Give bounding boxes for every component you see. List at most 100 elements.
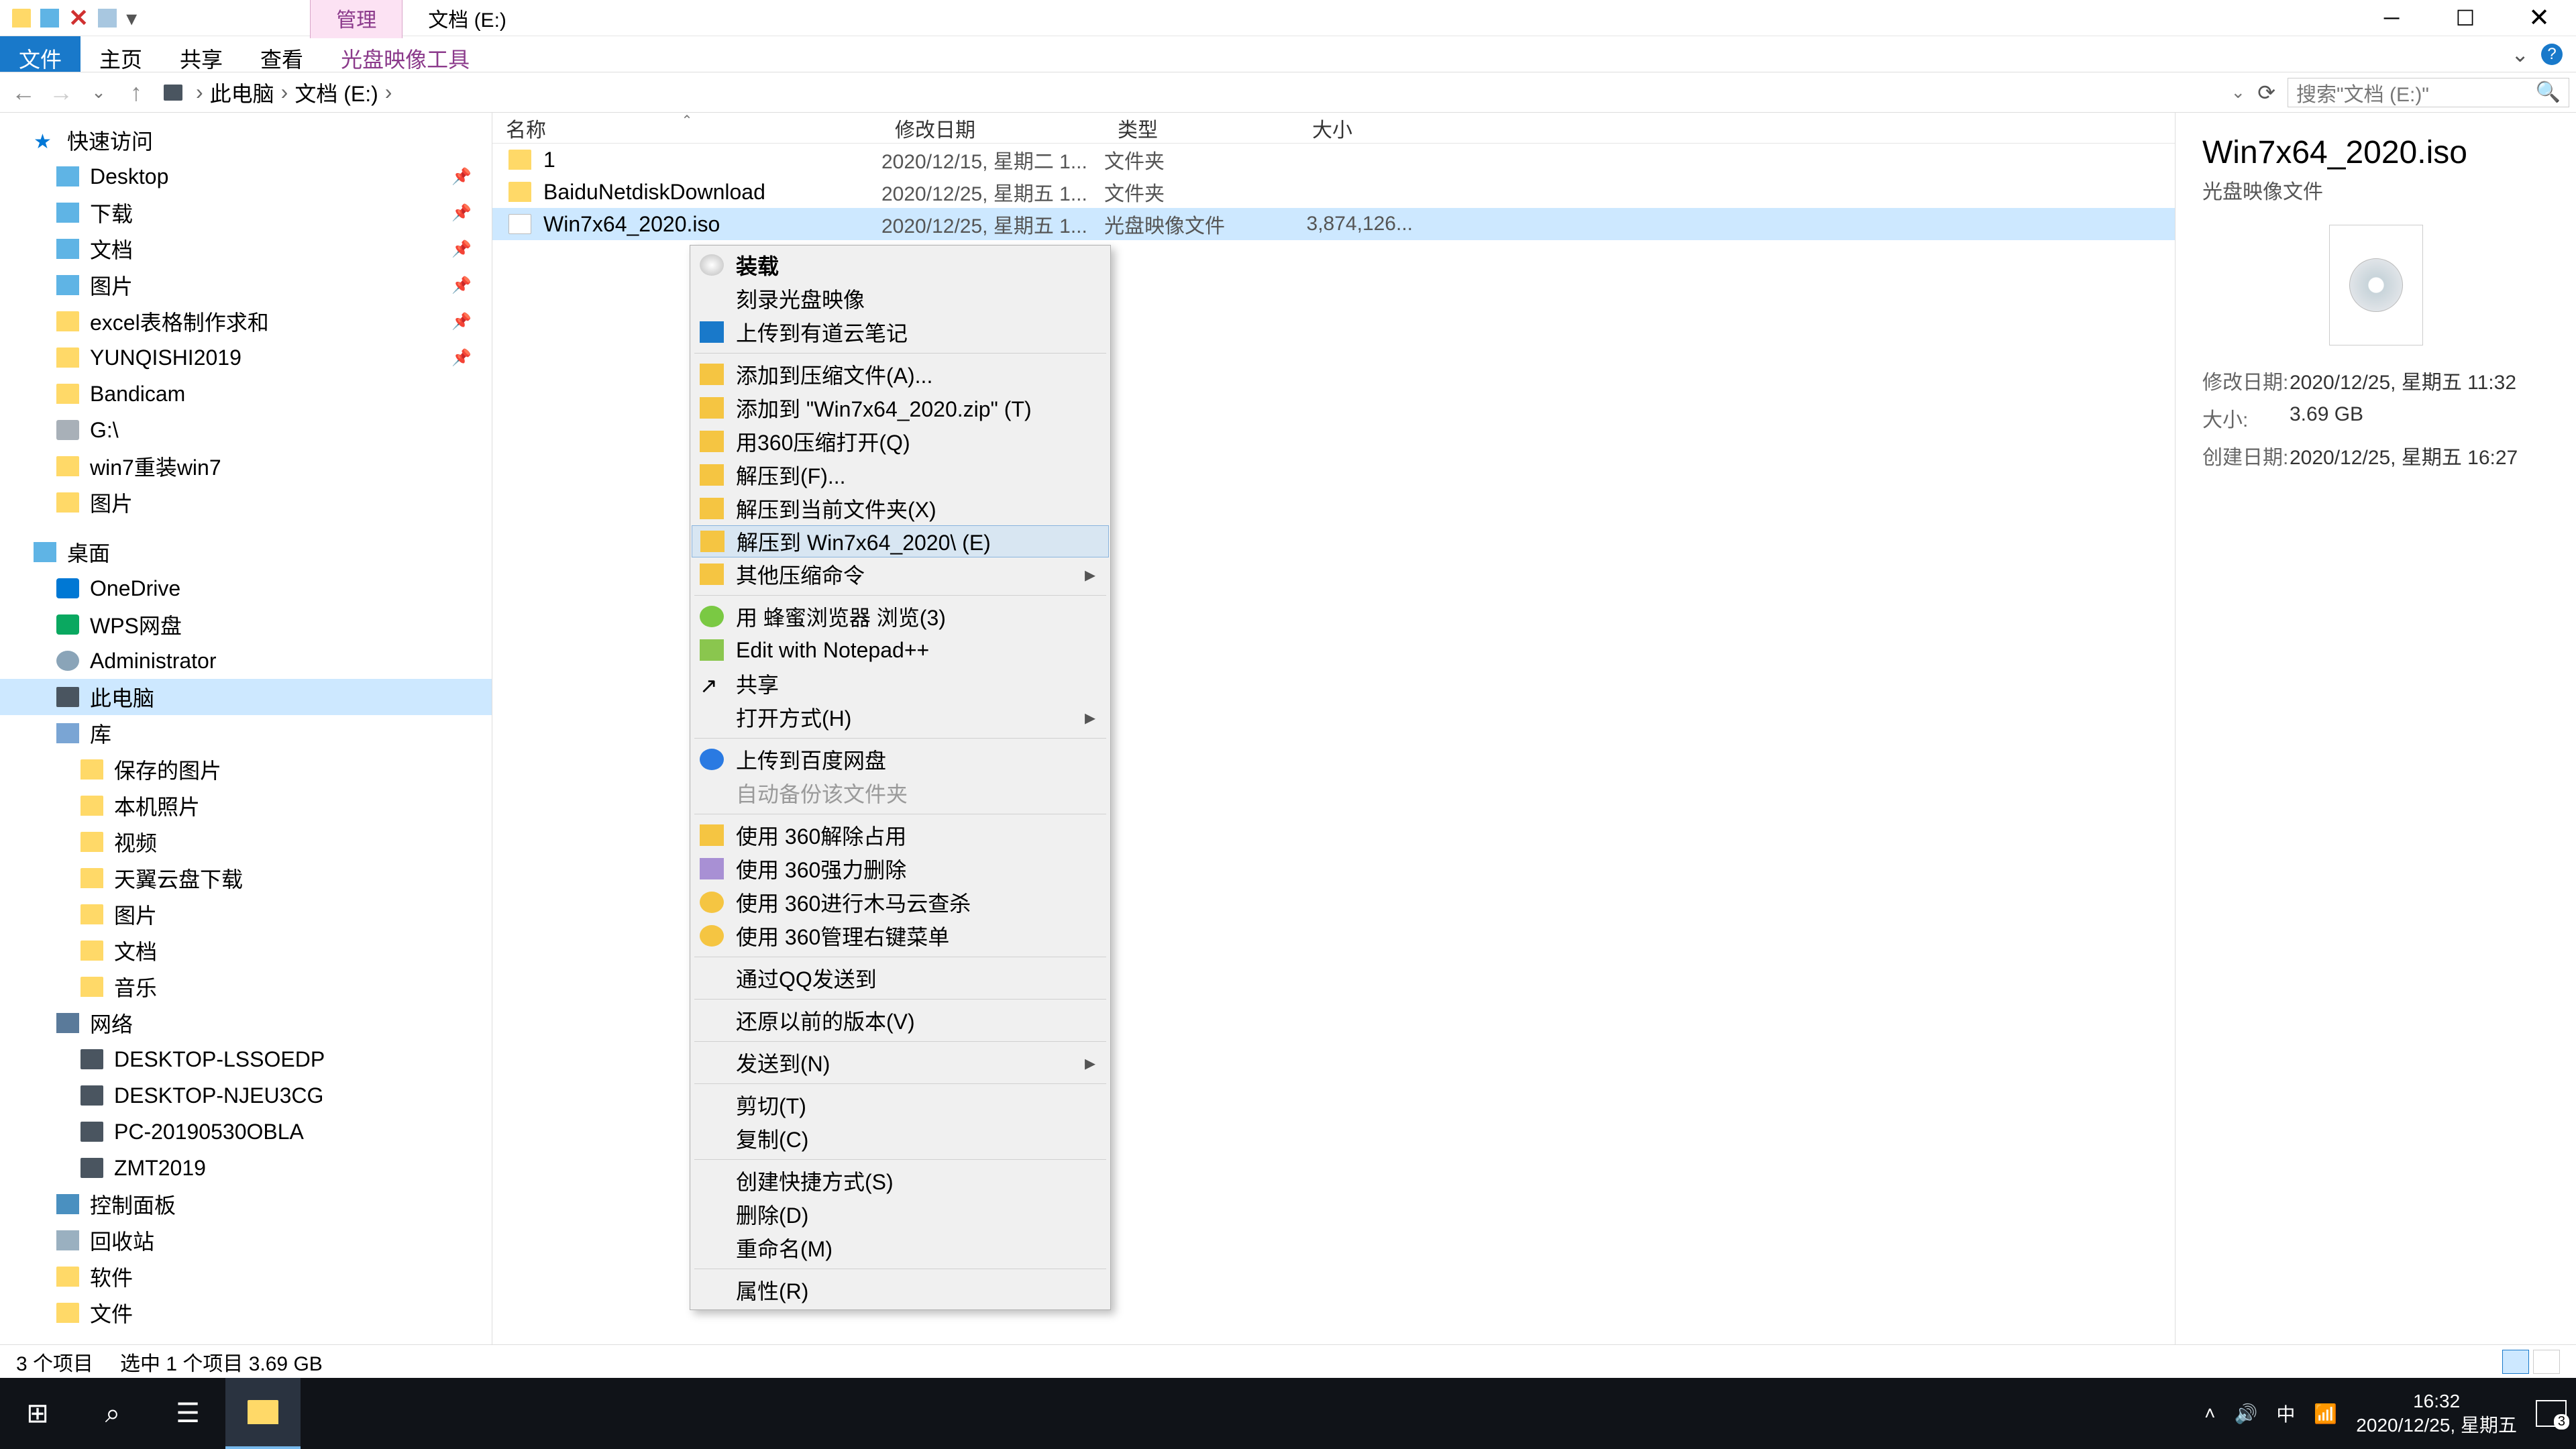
qat-open-icon[interactable] xyxy=(40,9,59,28)
ctx-burn[interactable]: 刻录光盘映像 xyxy=(692,282,1109,315)
ctx-extract-here[interactable]: 解压到当前文件夹(X) xyxy=(692,492,1109,525)
qat-dropdown-icon[interactable]: ▾ xyxy=(126,5,137,31)
sidebar-item-admin[interactable]: Administrator xyxy=(0,643,492,679)
col-date-header[interactable]: 修改日期 xyxy=(881,113,1104,143)
ctx-send-to[interactable]: 发送到(N)▸ xyxy=(692,1046,1109,1079)
nav-back-button[interactable]: ← xyxy=(7,78,40,107)
ctx-360-trojan[interactable]: 使用 360进行木马云查杀 xyxy=(692,885,1109,919)
ime-indicator[interactable]: 中 xyxy=(2276,1400,2295,1427)
sidebar-item-savedpics[interactable]: 保存的图片 xyxy=(0,751,492,788)
sidebar-item-this-pc[interactable]: 此电脑 xyxy=(0,679,492,715)
file-row[interactable]: 1 2020/12/15, 星期二 1... 文件夹 xyxy=(492,144,2175,176)
ctx-restore[interactable]: 还原以前的版本(V) xyxy=(692,1004,1109,1037)
taskbar-explorer-button[interactable] xyxy=(225,1378,301,1449)
action-center-button[interactable]: 3 xyxy=(2536,1400,2567,1427)
ribbon-share-tab[interactable]: 共享 xyxy=(161,36,241,72)
ctx-honeybrowser[interactable]: 用 蜂蜜浏览器 浏览(3) xyxy=(692,600,1109,633)
sidebar-item-bandicam[interactable]: Bandicam xyxy=(0,376,492,412)
nav-up-button[interactable]: ↑ xyxy=(119,78,153,107)
sidebar-item-net4[interactable]: ZMT2019 xyxy=(0,1150,492,1186)
sidebar-item-wps[interactable]: WPS网盘 xyxy=(0,606,492,643)
minimize-button[interactable]: ─ xyxy=(2355,1,2428,35)
network-icon[interactable]: 📶 xyxy=(2314,1403,2337,1425)
refresh-icon[interactable]: ⟳ xyxy=(2257,80,2275,105)
file-row-selected[interactable]: Win7x64_2020.iso 2020/12/25, 星期五 1... 光盘… xyxy=(492,208,2175,240)
sidebar-item-libpics[interactable]: 图片 xyxy=(0,896,492,932)
ctx-rename[interactable]: 重命名(M) xyxy=(692,1231,1109,1265)
sidebar-item-downloads[interactable]: 下载📌 xyxy=(0,195,492,231)
qat-properties-icon[interactable] xyxy=(98,9,117,28)
ctx-extract-named[interactable]: 解压到 Win7x64_2020\ (E) xyxy=(692,525,1109,557)
sidebar-item-recycle[interactable]: 回收站 xyxy=(0,1222,492,1258)
sidebar-item-libdocs[interactable]: 文档 xyxy=(0,932,492,969)
sidebar-quick-access[interactable]: ★快速访问 xyxy=(0,122,492,158)
taskbar-search-button[interactable]: ⌕ xyxy=(75,1378,150,1449)
sidebar-item-files[interactable]: 文件 xyxy=(0,1295,492,1331)
ctx-other-compress[interactable]: 其他压缩命令▸ xyxy=(692,557,1109,591)
sidebar-item-tianyi[interactable]: 天翼云盘下载 xyxy=(0,860,492,896)
sidebar-item-pictures2[interactable]: 图片 xyxy=(0,484,492,521)
sidebar-item-net3[interactable]: PC-20190530OBLA xyxy=(0,1114,492,1150)
breadcrumb[interactable]: › 此电脑 › 文档 (E:) › xyxy=(157,77,2226,108)
col-size-header[interactable]: 大小 xyxy=(1299,113,1419,143)
sidebar-item-pictures[interactable]: 图片📌 xyxy=(0,267,492,303)
col-type-header[interactable]: 类型 xyxy=(1104,113,1299,143)
ribbon-home-tab[interactable]: 主页 xyxy=(80,36,161,72)
ribbon-expand-icon[interactable]: ⌄ xyxy=(2511,42,2529,67)
ctx-share[interactable]: ↗共享 xyxy=(692,667,1109,700)
start-button[interactable]: ⊞ xyxy=(0,1378,75,1449)
file-row[interactable]: BaiduNetdiskDownload 2020/12/25, 星期五 1..… xyxy=(492,176,2175,208)
nav-history-dropdown[interactable]: ⌄ xyxy=(82,82,115,103)
ctx-360-menu[interactable]: 使用 360管理右键菜单 xyxy=(692,919,1109,953)
sidebar-item-libraries[interactable]: 库 xyxy=(0,715,492,751)
sidebar-item-net2[interactable]: DESKTOP-NJEU3CG xyxy=(0,1077,492,1114)
crumb-drive[interactable]: 文档 (E:) xyxy=(294,77,378,108)
ctx-qq-send[interactable]: 通过QQ发送到 xyxy=(692,961,1109,995)
sidebar-desktop-root[interactable]: 桌面 xyxy=(0,534,492,570)
task-view-button[interactable]: ☰ xyxy=(150,1378,225,1449)
sidebar-item-network[interactable]: 网络 xyxy=(0,1005,492,1041)
ctx-add-archive[interactable]: 添加到压缩文件(A)... xyxy=(692,358,1109,391)
ctx-mount[interactable]: 装载 xyxy=(692,248,1109,282)
ctx-notepadpp[interactable]: Edit with Notepad++ xyxy=(692,633,1109,667)
help-icon[interactable]: ? xyxy=(2541,44,2563,65)
ribbon-isotools-tab[interactable]: 光盘映像工具 xyxy=(322,36,488,72)
manage-tab-header[interactable]: 管理 xyxy=(310,0,402,38)
sidebar-item-win7reinstall[interactable]: win7重装win7 xyxy=(0,448,492,484)
view-icons-button[interactable] xyxy=(2533,1350,2560,1374)
crumb-this-pc[interactable]: 此电脑 xyxy=(210,77,274,108)
search-icon[interactable]: 🔍 xyxy=(2536,80,2561,104)
sidebar-item-desktop[interactable]: Desktop📌 xyxy=(0,158,492,195)
maximize-button[interactable]: ☐ xyxy=(2428,1,2502,35)
sidebar-item-video[interactable]: 视频 xyxy=(0,824,492,860)
ctx-360-unlock[interactable]: 使用 360解除占用 xyxy=(692,818,1109,852)
sidebar-item-yunqishi[interactable]: YUNQISHI2019📌 xyxy=(0,339,492,376)
view-details-button[interactable] xyxy=(2502,1350,2529,1374)
clock[interactable]: 16:32 2020/12/25, 星期五 xyxy=(2356,1389,2517,1438)
ctx-create-shortcut[interactable]: 创建快捷方式(S) xyxy=(692,1164,1109,1197)
search-input[interactable]: 搜索"文档 (E:)" 🔍 xyxy=(2288,78,2569,107)
sidebar-item-music[interactable]: 音乐 xyxy=(0,969,492,1005)
sidebar-item-excel[interactable]: excel表格制作求和📌 xyxy=(0,303,492,339)
ctx-open-360zip[interactable]: 用360压缩打开(Q) xyxy=(692,425,1109,458)
ctx-delete[interactable]: 删除(D) xyxy=(692,1197,1109,1231)
ctx-extract-to[interactable]: 解压到(F)... xyxy=(692,458,1109,492)
close-button[interactable]: ✕ xyxy=(2502,1,2576,35)
sidebar-item-localphotos[interactable]: 本机照片 xyxy=(0,788,492,824)
ctx-upload-baidu[interactable]: 上传到百度网盘 xyxy=(692,743,1109,776)
ctx-add-zip[interactable]: 添加到 "Win7x64_2020.zip" (T) xyxy=(692,391,1109,425)
ctx-open-with[interactable]: 打开方式(H)▸ xyxy=(692,700,1109,734)
sidebar-item-documents[interactable]: 文档📌 xyxy=(0,231,492,267)
volume-icon[interactable]: 🔊 xyxy=(2235,1403,2258,1425)
address-history-dropdown[interactable]: ⌄ xyxy=(2231,82,2245,103)
tray-overflow-icon[interactable]: ˄ xyxy=(2204,1403,2215,1424)
sidebar-item-onedrive[interactable]: OneDrive xyxy=(0,570,492,606)
qat-close-icon[interactable]: ✕ xyxy=(68,4,89,32)
sidebar-item-g-drive[interactable]: G:\ xyxy=(0,412,492,448)
ctx-properties[interactable]: 属性(R) xyxy=(692,1273,1109,1307)
ribbon-view-tab[interactable]: 查看 xyxy=(241,36,322,72)
ctx-youdao[interactable]: 上传到有道云笔记 xyxy=(692,315,1109,349)
ctx-cut[interactable]: 剪切(T) xyxy=(692,1088,1109,1122)
sidebar-item-controlpanel[interactable]: 控制面板 xyxy=(0,1186,492,1222)
ctx-360-forcedel[interactable]: 使用 360强力删除 xyxy=(692,852,1109,885)
